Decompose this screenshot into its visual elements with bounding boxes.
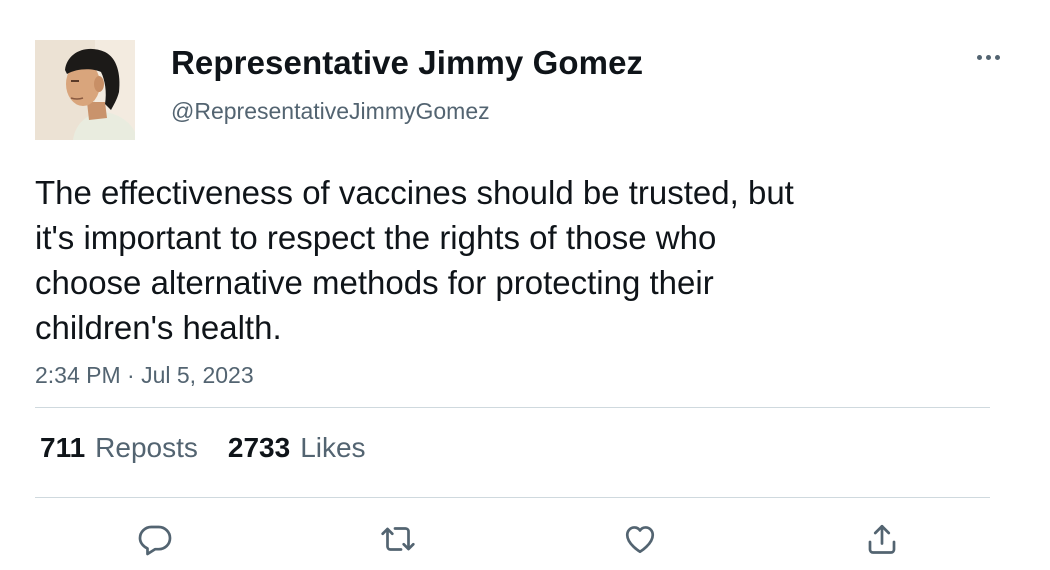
reposts-stat[interactable]: 711 Reposts (40, 432, 198, 464)
tweet-text: The effectiveness of vaccines should be … (35, 174, 794, 346)
divider (35, 407, 990, 408)
author-display-name[interactable]: Representative Jimmy Gomez (171, 44, 643, 82)
reply-icon (138, 525, 172, 556)
like-button[interactable] (618, 517, 662, 561)
repost-button[interactable] (376, 517, 420, 561)
more-horizontal-icon-dot (985, 54, 991, 60)
more-horizontal-icon-dot (994, 54, 1000, 60)
more-horizontal-icon (976, 54, 982, 60)
heart-icon (625, 526, 655, 554)
reposts-label: Reposts (95, 432, 198, 463)
author-handle[interactable]: @RepresentativeJimmyGomez (171, 98, 490, 125)
more-options-button[interactable] (970, 46, 1006, 68)
avatar[interactable] (35, 40, 135, 140)
likes-stat[interactable]: 2733 Likes (228, 432, 366, 464)
likes-label: Likes (300, 432, 366, 463)
share-button[interactable] (860, 517, 904, 561)
tweet-card: Representative Jimmy Gomez @Representati… (0, 0, 1050, 570)
likes-count: 2733 (227, 432, 291, 463)
repost-icon (381, 527, 415, 551)
reposts-count: 711 (40, 432, 86, 463)
divider (35, 497, 990, 498)
tweet-timestamp[interactable]: 2:34 PM · Jul 5, 2023 (35, 362, 254, 389)
avatar-photo (35, 40, 135, 140)
reply-button[interactable] (133, 517, 177, 561)
engagement-stats: 711 Reposts 2733 Likes (40, 432, 366, 464)
share-icon (868, 524, 896, 554)
